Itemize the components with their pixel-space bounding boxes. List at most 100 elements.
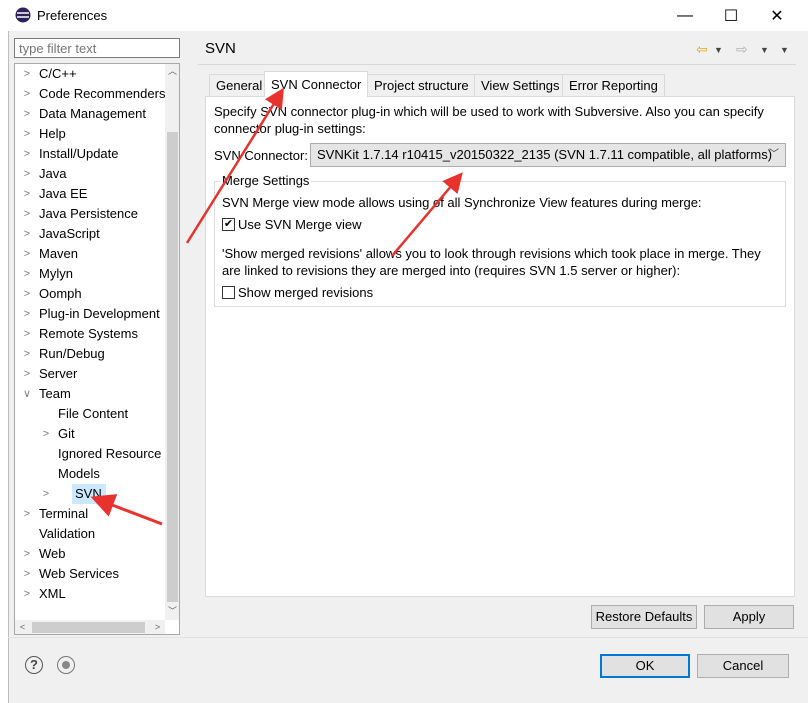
tree-item-c-c-[interactable]: C/C++ xyxy=(39,64,77,84)
minimize-icon: — xyxy=(677,6,693,24)
tree-collapsed-icon[interactable]: > xyxy=(22,164,32,184)
tree-item-code-recommenders[interactable]: Code Recommenders xyxy=(39,84,165,104)
tree-item-remote-systems[interactable]: Remote Systems xyxy=(39,324,138,344)
intro-text-line2: connector plug-in settings: xyxy=(214,121,366,136)
header-divider xyxy=(198,64,796,65)
scroll-right-icon[interactable]: > xyxy=(150,620,165,634)
restore-defaults-button[interactable]: Restore Defaults xyxy=(591,605,697,629)
connector-select[interactable]: SVNKit 1.7.14 r10415_v20150322_2135 (SVN… xyxy=(310,143,786,167)
tree-collapsed-icon[interactable]: > xyxy=(41,484,51,504)
back-arrow-icon[interactable]: ⇦ xyxy=(696,40,708,58)
connector-label: SVN Connector: xyxy=(214,148,308,163)
tree-collapsed-icon[interactable]: > xyxy=(22,284,32,304)
tree-collapsed-icon[interactable]: > xyxy=(22,364,32,384)
ok-button[interactable]: OK xyxy=(600,654,690,678)
forward-arrow-icon[interactable]: ⇨ xyxy=(736,40,748,58)
tree-item-svn[interactable]: SVN xyxy=(75,484,102,504)
show-merged-revisions-checkbox[interactable] xyxy=(222,286,235,299)
tree-collapsed-icon[interactable]: > xyxy=(22,344,32,364)
help-icon[interactable]: ? xyxy=(25,656,43,674)
scroll-down-icon[interactable]: ﹀ xyxy=(165,604,179,619)
vertical-scroll-thumb[interactable] xyxy=(167,132,178,602)
tree-item-server[interactable]: Server xyxy=(39,364,77,384)
tree-item-maven[interactable]: Maven xyxy=(39,244,78,264)
scroll-left-icon[interactable]: < xyxy=(15,620,30,634)
tree-item-web[interactable]: Web xyxy=(39,544,66,564)
tab-svn-connector[interactable]: SVN Connector xyxy=(264,71,369,97)
tree-collapsed-icon[interactable]: > xyxy=(22,324,32,344)
tree-collapsed-icon[interactable] xyxy=(22,524,32,544)
tree-collapsed-icon[interactable]: > xyxy=(22,84,32,104)
tree-item-javascript[interactable]: JavaScript xyxy=(39,224,100,244)
footer-divider xyxy=(8,637,808,638)
tree-collapsed-icon[interactable]: > xyxy=(22,564,32,584)
tree-collapsed-icon[interactable]: > xyxy=(22,244,32,264)
use-merge-view-label[interactable]: Use SVN Merge view xyxy=(238,217,362,232)
tree-collapsed-icon[interactable]: > xyxy=(22,104,32,124)
tree-collapsed-icon[interactable]: > xyxy=(22,64,32,84)
tree-item-validation[interactable]: Validation xyxy=(39,524,95,544)
tree-collapsed-icon[interactable]: > xyxy=(22,204,32,224)
tree-collapsed-icon[interactable]: > xyxy=(22,304,32,324)
apply-button[interactable]: Apply xyxy=(704,605,794,629)
tree-expanded-icon[interactable]: ∨ xyxy=(22,384,32,404)
tab-view-settings[interactable]: View Settings xyxy=(474,74,567,96)
tree-item-git[interactable]: Git xyxy=(58,424,75,444)
intro-text-line1: Specify SVN connector plug-in which will… xyxy=(214,104,764,119)
tab-general[interactable]: General xyxy=(209,74,270,96)
tree-item-run-debug[interactable]: Run/Debug xyxy=(39,344,105,364)
merge-view-description: SVN Merge view mode allows using of all … xyxy=(222,195,702,210)
tree-item-xml[interactable]: XML xyxy=(39,584,66,604)
tab-panel xyxy=(205,96,795,597)
tree-item-java-ee[interactable]: Java EE xyxy=(39,184,87,204)
tree-item-oomph[interactable]: Oomph xyxy=(39,284,82,304)
tab-error-reporting[interactable]: Error Reporting xyxy=(562,74,665,96)
maximize-button[interactable]: ☐ xyxy=(708,0,754,31)
merge-settings-legend: Merge Settings xyxy=(220,173,312,188)
tree-item-help[interactable]: Help xyxy=(39,124,66,144)
tree-collapsed-icon[interactable]: > xyxy=(22,224,32,244)
show-merged-revisions-label[interactable]: Show merged revisions xyxy=(238,285,373,300)
tree-collapsed-icon[interactable]: > xyxy=(22,124,32,144)
maximize-icon: ☐ xyxy=(723,7,739,25)
tree-item-install-update[interactable]: Install/Update xyxy=(39,144,119,164)
preference-tree[interactable]: > C/C++ > Code Recommenders > Data Management… xyxy=(14,63,180,635)
use-merge-view-checkbox[interactable]: ✔ xyxy=(222,218,235,231)
tree-collapsed-icon[interactable]: > xyxy=(22,504,32,524)
horizontal-scroll-thumb[interactable] xyxy=(32,622,145,633)
tree-item-models[interactable]: Models xyxy=(58,464,100,484)
scroll-up-icon[interactable]: ︿ xyxy=(165,64,179,79)
tree-item-team[interactable]: Team xyxy=(39,384,71,404)
tree-item-ignored-resource[interactable]: Ignored Resource xyxy=(58,444,161,464)
tree-collapsed-icon[interactable]: > xyxy=(22,184,32,204)
tree-collapsed-icon[interactable]: > xyxy=(22,544,32,564)
tab-project-structure[interactable]: Project structure xyxy=(367,74,476,96)
back-dropdown-icon[interactable]: ▼ xyxy=(714,41,723,59)
tree-item-terminal[interactable]: Terminal xyxy=(39,504,88,524)
close-button[interactable]: ✕ xyxy=(754,0,800,31)
oomph-record-icon[interactable] xyxy=(57,656,75,674)
minimize-button[interactable]: — xyxy=(662,0,708,31)
show-merged-description-line2: are linked to revisions they are merged … xyxy=(222,263,681,278)
tree-item-data-management[interactable]: Data Management xyxy=(39,104,146,124)
tree-item-java[interactable]: Java xyxy=(39,164,66,184)
connector-value: SVNKit 1.7.14 r10415_v20150322_2135 (SVN… xyxy=(317,147,773,162)
tree-collapsed-icon[interactable]: > xyxy=(41,424,51,444)
chevron-down-icon: ﹀ xyxy=(769,149,779,160)
tree-collapsed-icon[interactable]: > xyxy=(22,584,32,604)
tree-item-java-persistence[interactable]: Java Persistence xyxy=(39,204,138,224)
window-title: Preferences xyxy=(37,8,108,23)
tree-item-file-content[interactable]: File Content xyxy=(58,404,128,424)
tree-collapsed-icon[interactable]: > xyxy=(22,144,32,164)
forward-dropdown-icon[interactable]: ▼ xyxy=(760,41,769,59)
filter-input[interactable] xyxy=(14,38,180,58)
close-icon: ✕ xyxy=(770,7,784,25)
cancel-button[interactable]: Cancel xyxy=(697,654,789,678)
tree-item-web-services[interactable]: Web Services xyxy=(39,564,119,584)
tree-item-mylyn[interactable]: Mylyn xyxy=(39,264,73,284)
eclipse-icon xyxy=(15,7,31,23)
page-title: SVN xyxy=(205,40,236,57)
view-menu-icon[interactable]: ▼ xyxy=(780,41,789,59)
tree-collapsed-icon[interactable]: > xyxy=(22,264,32,284)
tree-item-plug-in-development[interactable]: Plug-in Development xyxy=(39,304,160,324)
